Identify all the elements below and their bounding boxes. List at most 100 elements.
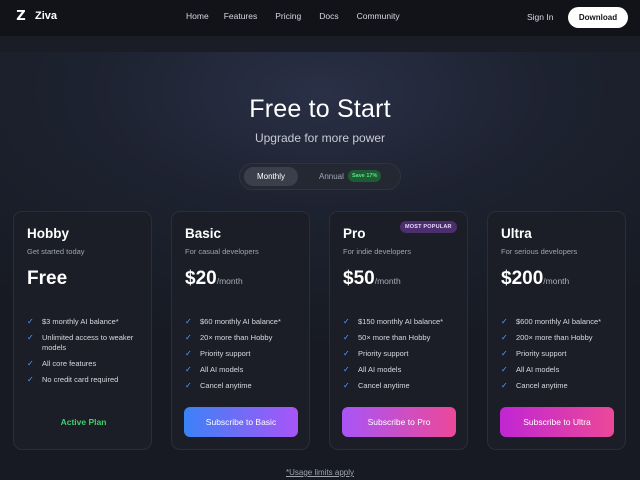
check-icon: ✓	[185, 381, 192, 390]
toggle-monthly[interactable]: Monthly	[244, 167, 298, 186]
feature-list: ✓ $60 monthly AI balance* ✓ 20× more than …	[185, 317, 305, 397]
check-icon: ✓	[343, 365, 350, 374]
plan-card-basic: Basic For casual developers $20/month ✓ $…	[171, 211, 310, 450]
check-icon: ✓	[501, 317, 508, 326]
feature-item: ✓ All AI models	[501, 365, 621, 375]
feature-text: All AI models	[358, 365, 402, 374]
page-title: Free to Start	[249, 95, 391, 123]
toggle-annual[interactable]: Annual	[319, 172, 344, 181]
feature-item: ✓ Cancel anytime	[343, 381, 463, 391]
feature-item: ✓ Unlimited access to weaker models	[27, 333, 147, 353]
download-button[interactable]: Download	[568, 7, 628, 28]
save-badge: Save 17%	[348, 170, 382, 182]
usage-limits-link[interactable]: *Usage limits apply	[0, 468, 640, 477]
check-icon: ✓	[185, 365, 192, 374]
plan-name: Ultra	[501, 226, 532, 241]
check-icon: ✓	[185, 317, 192, 326]
check-icon: ✓	[501, 333, 508, 342]
plan-description: For indie developers	[343, 247, 411, 256]
plan-price: $200/month	[501, 268, 569, 290]
price-period: /month	[543, 276, 570, 286]
feature-item: ✓ All AI models	[185, 365, 305, 375]
plan-name: Basic	[185, 226, 222, 241]
plan-description: Get started today	[27, 247, 85, 256]
feature-text: No credit card required	[42, 375, 119, 384]
price-amount: Free	[27, 268, 68, 289]
check-icon: ✓	[501, 365, 508, 374]
feature-text: $600 monthly AI balance*	[516, 317, 602, 326]
subscribe-basic-button[interactable]: Subscribe to Basic	[184, 407, 298, 437]
feature-text: All core features	[42, 359, 97, 368]
feature-item: ✓ 20× more than Hobby	[185, 333, 305, 343]
check-icon: ✓	[185, 333, 192, 342]
plan-price: Free	[27, 268, 67, 290]
top-nav: Z Ziva Home Features Pricing Docs Commun…	[0, 0, 640, 36]
feature-item: ✓ All core features	[27, 359, 147, 369]
feature-list: ✓ $150 monthly AI balance* ✓ 50× more than…	[343, 317, 463, 397]
nav-link-features[interactable]: Features	[224, 11, 258, 21]
feature-text: Cancel anytime	[358, 381, 410, 390]
feature-item: ✓ Priority support	[185, 349, 305, 359]
nav-links: Home Features Pricing Docs Community	[186, 11, 418, 21]
feature-text: Cancel anytime	[516, 381, 568, 390]
check-icon: ✓	[501, 349, 508, 358]
plan-price: $50/month	[343, 268, 401, 290]
feature-item: ✓ Priority support	[501, 349, 621, 359]
feature-text: All AI models	[516, 365, 560, 374]
check-icon: ✓	[27, 359, 34, 368]
feature-item: ✓ No credit card required	[27, 375, 147, 385]
feature-item: ✓ 200× more than Hobby	[501, 333, 621, 343]
sign-in-link[interactable]: Sign In	[527, 12, 553, 22]
feature-item: ✓ Priority support	[343, 349, 463, 359]
brand-logo[interactable]: Z Ziva	[14, 8, 58, 24]
feature-item: ✓ 50× more than Hobby	[343, 333, 463, 343]
feature-text: $3 monthly AI balance*	[42, 317, 119, 326]
feature-item: ✓ $3 monthly AI balance*	[27, 317, 147, 327]
price-period: /month	[374, 276, 401, 286]
check-icon: ✓	[343, 381, 350, 390]
feature-text: 50× more than Hobby	[358, 333, 431, 342]
feature-item: ✓ Cancel anytime	[501, 381, 621, 391]
feature-text: Cancel anytime	[200, 381, 252, 390]
active-plan-label: Active Plan	[60, 417, 107, 427]
most-popular-badge: MOST POPULAR	[400, 221, 457, 233]
price-amount: $200	[501, 268, 544, 289]
nav-link-community[interactable]: Community	[357, 11, 400, 21]
billing-toggle: Monthly Annual Save 17%	[239, 163, 401, 190]
ziva-logo-icon: Z	[16, 8, 26, 24]
nav-link-pricing[interactable]: Pricing	[275, 11, 301, 21]
feature-text: Priority support	[516, 349, 567, 358]
nav-link-docs[interactable]: Docs	[319, 11, 338, 21]
plan-price: $20/month	[185, 268, 243, 290]
feature-text: $60 monthly AI balance*	[200, 317, 281, 326]
feature-list: ✓ $3 monthly AI balance* ✓ Unlimited acces…	[27, 317, 147, 391]
brand-name: Ziva	[35, 10, 58, 22]
plan-name: Hobby	[27, 226, 69, 241]
feature-item: ✓ $60 monthly AI balance*	[185, 317, 305, 327]
feature-text: Priority support	[358, 349, 409, 358]
feature-item: ✓ All AI models	[343, 365, 463, 375]
feature-list: ✓ $600 monthly AI balance* ✓ 200× more tha…	[501, 317, 621, 397]
feature-text: 20× more than Hobby	[200, 333, 273, 342]
check-icon: ✓	[343, 333, 350, 342]
feature-text: $150 monthly AI balance*	[358, 317, 444, 326]
subscribe-pro-button[interactable]: Subscribe to Pro	[342, 407, 456, 437]
feature-text: Unlimited access to weaker models	[42, 333, 134, 352]
plan-name: Pro	[343, 226, 366, 241]
check-icon: ✓	[27, 333, 34, 342]
feature-item: ✓ Cancel anytime	[185, 381, 305, 391]
feature-text: All AI models	[200, 365, 244, 374]
feature-item: ✓ $600 monthly AI balance*	[501, 317, 621, 327]
nav-link-home[interactable]: Home	[186, 11, 209, 21]
check-icon: ✓	[343, 349, 350, 358]
price-amount: $50	[343, 268, 375, 289]
price-amount: $20	[185, 268, 217, 289]
header-divider-band	[0, 36, 640, 52]
check-icon: ✓	[185, 349, 192, 358]
check-icon: ✓	[343, 317, 350, 326]
plan-card-pro: Pro MOST POPULAR For indie developers $5…	[329, 211, 468, 450]
plan-card-hobby: Hobby Get started today Free ✓ $3 monthly…	[13, 211, 152, 450]
subscribe-ultra-button[interactable]: Subscribe to Ultra	[500, 407, 614, 437]
plan-description: For casual developers	[185, 247, 259, 256]
check-icon: ✓	[501, 381, 508, 390]
